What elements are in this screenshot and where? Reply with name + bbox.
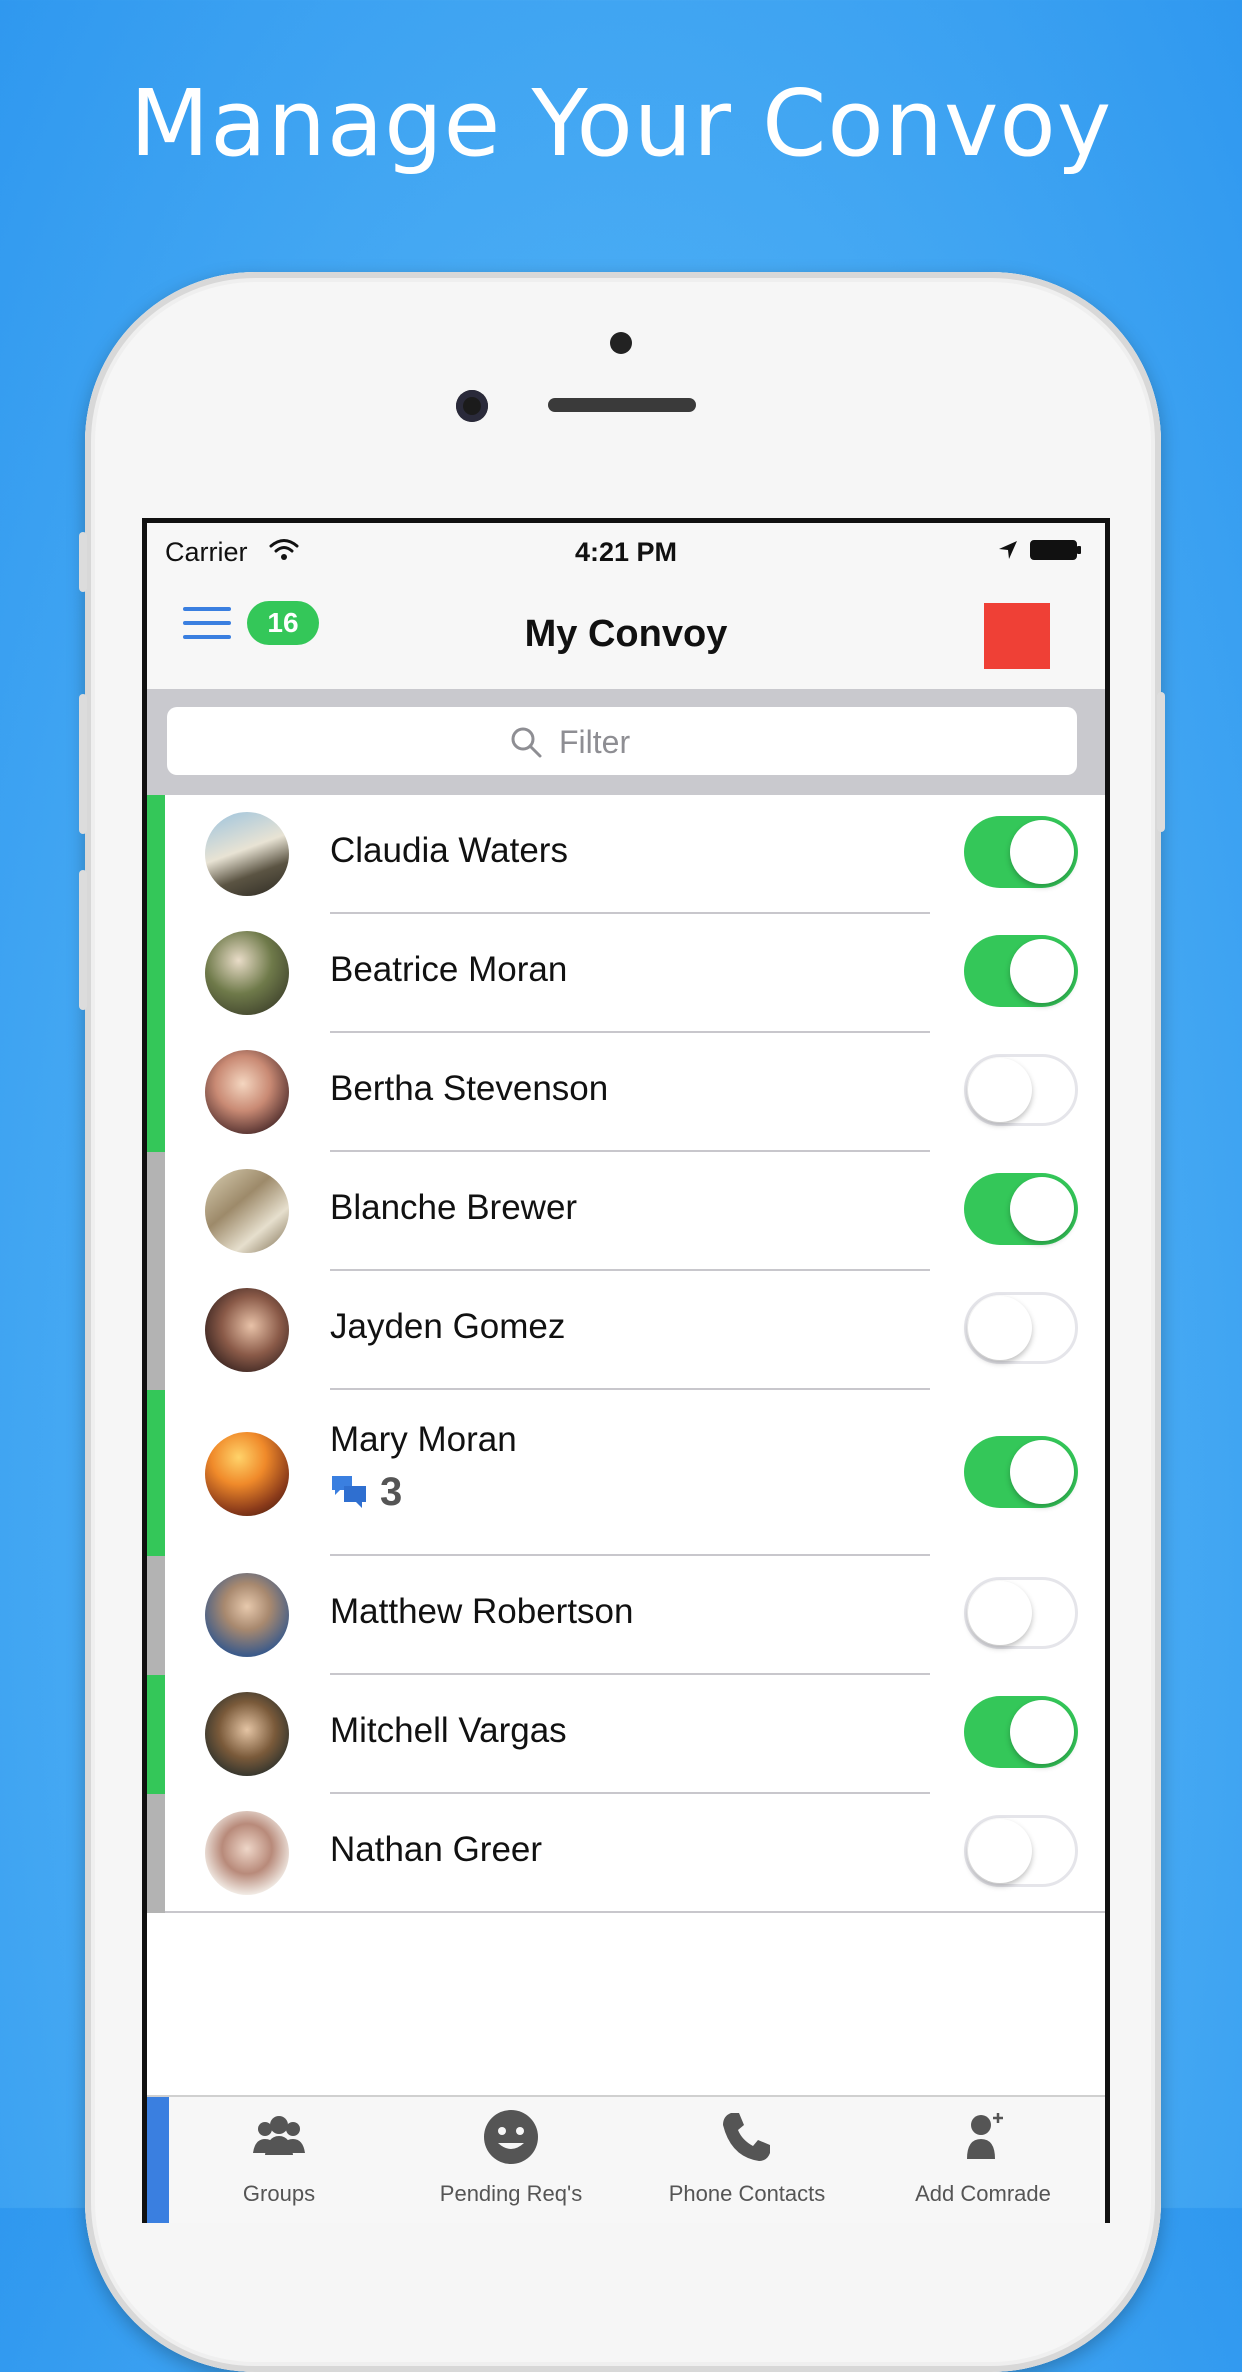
proximity-sensor (610, 332, 632, 354)
search-bar: Filter (147, 689, 1105, 795)
status-indicator-bar (147, 1152, 165, 1271)
tab-pending-requests[interactable]: Pending Req's (401, 2097, 621, 2223)
nav-bar: 16 My Convoy (147, 579, 1105, 689)
convoy-toggle[interactable] (964, 816, 1078, 888)
contact-name: Jayden Gomez (330, 1307, 566, 1346)
contact-row[interactable]: Jayden Gomez (147, 1271, 1105, 1390)
tab-groups[interactable]: Groups (169, 2097, 389, 2223)
convoy-toggle[interactable] (964, 1436, 1078, 1508)
power-button (1157, 692, 1165, 832)
convoy-toggle[interactable] (964, 1054, 1078, 1126)
front-camera (456, 390, 488, 422)
toggle-knob (1010, 820, 1074, 884)
toggle-knob (1010, 1440, 1074, 1504)
contact-name: Mary Moran (330, 1420, 517, 1459)
status-indicator-bar (147, 1675, 165, 1794)
avatar (205, 1050, 289, 1134)
tab-add-comrade[interactable]: Add Comrade (873, 2097, 1093, 2223)
tab-add-comrade-label: Add Comrade (915, 2181, 1051, 2206)
convoy-toggle[interactable] (964, 1815, 1078, 1887)
earpiece-speaker (548, 398, 696, 412)
page-title: My Convoy (524, 613, 728, 655)
toggle-knob (1010, 1177, 1074, 1241)
contact-row[interactable]: Mitchell Vargas (147, 1675, 1105, 1794)
groups-icon (253, 2116, 305, 2155)
message-indicator[interactable]: 3 (330, 1468, 402, 1516)
status-indicator-bar (147, 1271, 165, 1390)
contact-row[interactable]: Mary Moran 3 (147, 1390, 1105, 1556)
convoy-toggle[interactable] (964, 1292, 1078, 1364)
record-button[interactable] (984, 603, 1050, 669)
contact-name: Beatrice Moran (330, 950, 568, 989)
avatar (205, 1288, 289, 1372)
convoy-toggle[interactable] (964, 1577, 1078, 1649)
convoy-toggle[interactable] (964, 1696, 1078, 1768)
contact-list: Claudia Waters Beatrice Moran Bertha Steve… (147, 795, 1105, 1913)
convoy-toggle[interactable] (964, 935, 1078, 1007)
tab-bar: Groups Pending Req's Phone Contacts Add … (147, 2095, 1105, 2223)
smiley-icon (484, 2110, 538, 2164)
contact-row[interactable]: Nathan Greer (147, 1794, 1105, 1913)
status-indicator-bar (147, 1556, 165, 1675)
avatar (205, 1811, 289, 1895)
row-divider (165, 1911, 1105, 1913)
tab-pending-requests-label: Pending Req's (439, 2181, 583, 2206)
tab-groups-label: Groups (242, 2181, 316, 2206)
avatar (205, 1573, 289, 1657)
avatar (205, 812, 289, 896)
status-indicator-bar (147, 1390, 165, 1556)
contact-name: Nathan Greer (330, 1830, 543, 1869)
avatar (205, 1169, 289, 1253)
contact-name: Claudia Waters (330, 831, 568, 870)
status-indicator-bar (147, 914, 165, 1033)
status-indicator-bar (147, 1794, 165, 1913)
contact-row[interactable]: Blanche Brewer (147, 1152, 1105, 1271)
tab-phone-contacts[interactable]: Phone Contacts (637, 2097, 857, 2223)
contact-row[interactable]: Bertha Stevenson (147, 1033, 1105, 1152)
toggle-knob (1010, 1700, 1074, 1764)
volume-up-button (79, 694, 87, 834)
tab-phone-contacts-label: Phone Contacts (668, 2181, 826, 2206)
filter-placeholder: Filter (559, 724, 631, 760)
toggle-knob (1010, 939, 1074, 1003)
headline: Manage Your Convoy (129, 70, 1113, 177)
battery-icon (1030, 540, 1081, 560)
status-indicator-bar (147, 1033, 165, 1152)
contact-row[interactable]: Beatrice Moran (147, 914, 1105, 1033)
convoy-toggle[interactable] (964, 1173, 1078, 1245)
unread-message-count: 3 (380, 1469, 403, 1514)
contact-name: Bertha Stevenson (330, 1069, 609, 1108)
contact-name: Mitchell Vargas (330, 1711, 567, 1750)
volume-down-button (79, 870, 87, 1010)
tab-accent-bar (147, 2097, 169, 2223)
search-icon (511, 727, 542, 758)
add-person-icon (967, 2113, 1003, 2159)
toggle-knob (968, 1058, 1032, 1122)
filter-input[interactable]: Filter (167, 707, 1077, 775)
avatar (205, 1432, 289, 1516)
avatar (205, 1692, 289, 1776)
toggle-knob (968, 1819, 1032, 1883)
app-screen: Carrier 4:21 PM 16 My Convoy Filter Clau… (142, 518, 1110, 2223)
status-indicator-bar (147, 795, 165, 914)
avatar (205, 931, 289, 1015)
chat-bubbles-icon (332, 1476, 366, 1508)
contact-row[interactable]: Claudia Waters (147, 795, 1105, 914)
contact-name: Matthew Robertson (330, 1592, 634, 1631)
mute-switch (79, 532, 87, 592)
toggle-knob (968, 1581, 1032, 1645)
toggle-knob (968, 1296, 1032, 1360)
status-bar: Carrier 4:21 PM (147, 523, 1105, 579)
contact-name: Blanche Brewer (330, 1188, 578, 1227)
location-arrow-icon (999, 541, 1017, 559)
phone-icon (723, 2113, 770, 2161)
contact-row[interactable]: Matthew Robertson (147, 1556, 1105, 1675)
clock: 4:21 PM (574, 537, 678, 567)
